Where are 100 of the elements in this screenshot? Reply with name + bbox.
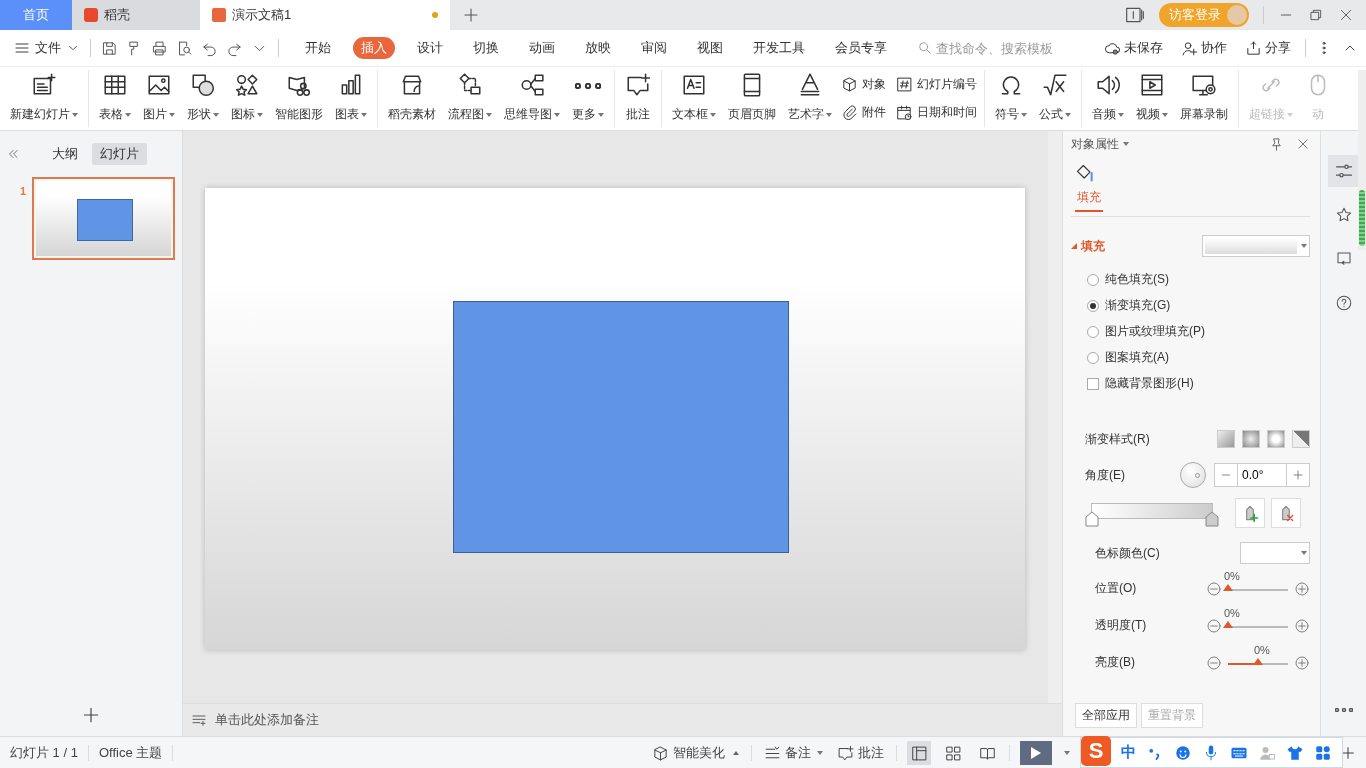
notes-placeholder[interactable]: 单击此处添加备注: [215, 711, 319, 729]
ribbon-button[interactable]: 附件: [839, 98, 888, 127]
section-title[interactable]: 填充: [1081, 237, 1105, 255]
option-label[interactable]: 图片或纹理填充(P): [1105, 323, 1205, 340]
circle-minus-icon[interactable]: [1206, 581, 1222, 597]
circle-plus-icon[interactable]: [1294, 618, 1310, 634]
radio-button[interactable]: [1087, 351, 1099, 364]
circle-minus-icon[interactable]: [1206, 655, 1222, 671]
expand-triangle-icon[interactable]: [1071, 243, 1077, 249]
ribbon-button[interactable]: 视频: [1131, 70, 1173, 127]
menu-tab[interactable]: 开始: [297, 37, 339, 59]
color-dropdown[interactable]: [1240, 542, 1310, 564]
zoom-in-button[interactable]: [1340, 745, 1356, 761]
slider[interactable]: 0%: [1222, 606, 1294, 632]
save-icon[interactable]: [101, 39, 118, 57]
gradient-swatch[interactable]: [1217, 430, 1235, 448]
option-label[interactable]: 隐藏背景图形(H): [1105, 375, 1194, 392]
document-tab[interactable]: 稻壳: [72, 0, 200, 30]
ribbon-button[interactable]: 文本框: [667, 70, 721, 127]
ribbon-button[interactable]: 智能图形: [270, 70, 328, 127]
slider[interactable]: 0%: [1222, 643, 1294, 669]
ribbon-button[interactable]: 流程图: [443, 70, 497, 127]
ribbon-button[interactable]: 图表: [330, 70, 372, 127]
ribbon-button[interactable]: 思维导图: [499, 70, 565, 127]
option-label[interactable]: 纯色填充(S): [1105, 271, 1169, 288]
remove-stop-button[interactable]: [1271, 498, 1301, 528]
ribbon-button[interactable]: 形状: [182, 70, 224, 127]
menu-tab[interactable]: 开发工具: [745, 37, 813, 59]
ribbon-button[interactable]: 批注: [620, 70, 656, 127]
close-icon[interactable]: [1338, 7, 1354, 23]
checkbox[interactable]: [1087, 377, 1099, 390]
menu-tab[interactable]: 设计: [409, 37, 451, 59]
menu-tab[interactable]: 放映: [577, 37, 619, 59]
double-chevron-left-icon[interactable]: [6, 147, 20, 161]
radio-button[interactable]: [1087, 325, 1099, 338]
slider[interactable]: 0%: [1222, 569, 1294, 595]
ribbon-button[interactable]: 页眉页脚: [723, 70, 781, 127]
view-button[interactable]: [907, 741, 931, 765]
ribbon-button[interactable]: 图片: [138, 70, 180, 127]
print-icon[interactable]: [151, 39, 168, 57]
slider-thumb[interactable]: [1253, 658, 1263, 665]
ribbon-button[interactable]: 音频: [1087, 70, 1129, 127]
option-label[interactable]: 图案填充(A): [1105, 349, 1169, 366]
add-stop-button[interactable]: [1235, 498, 1265, 528]
circle-minus-icon[interactable]: [1206, 618, 1222, 634]
apps-grid-icon[interactable]: [1314, 743, 1332, 762]
theme-name[interactable]: Office 主题: [98, 744, 163, 762]
search-field[interactable]: 查找命令、搜索模板: [917, 40, 1076, 56]
close-icon[interactable]: [1296, 137, 1310, 151]
circle-plus-icon[interactable]: [1294, 655, 1310, 671]
panel-title[interactable]: 对象属性: [1071, 135, 1119, 153]
ribbon-button[interactable]: 稻壳素材: [383, 70, 441, 127]
beautify-button[interactable]: 智能美化: [650, 744, 741, 762]
ribbon-button[interactable]: 公式: [1034, 70, 1076, 127]
comment-button[interactable]: 批注: [835, 744, 886, 762]
fill-tab[interactable]: 填充: [1075, 189, 1103, 212]
radio-button[interactable]: [1087, 273, 1099, 286]
file-menu[interactable]: 文件: [14, 39, 80, 57]
input-mode-toggle[interactable]: 中: [1121, 743, 1136, 762]
menu-tab[interactable]: 切换: [465, 37, 507, 59]
menu-tab[interactable]: 动画: [521, 37, 563, 59]
option-label[interactable]: 渐变填充(G): [1105, 297, 1171, 314]
ribbon-button[interactable]: 幻灯片编号: [894, 70, 979, 99]
ribbon-button[interactable]: 表格: [94, 70, 136, 127]
menu-tab[interactable]: 会员专享: [827, 37, 895, 59]
toolbar-action[interactable]: 协作: [1177, 39, 1231, 57]
ribbon-button[interactable]: 符号: [990, 70, 1032, 127]
toolbar-action[interactable]: 未保存: [1100, 39, 1167, 57]
scrollbar[interactable]: [1048, 131, 1062, 703]
panel-tab[interactable]: 大纲: [44, 143, 86, 165]
notes-button[interactable]: 备注: [762, 744, 825, 762]
pin-icon[interactable]: [1269, 136, 1284, 152]
circle-plus-icon[interactable]: [1294, 581, 1310, 597]
page-count-icon[interactable]: [1125, 5, 1145, 25]
settings-button[interactable]: [1327, 155, 1360, 187]
slider-thumb[interactable]: [1223, 584, 1233, 591]
scrollbar[interactable]: [1358, 70, 1366, 250]
plus-icon[interactable]: [462, 6, 480, 24]
restore-icon[interactable]: [1308, 7, 1324, 23]
ribbon-button[interactable]: 日期和时间: [894, 98, 979, 127]
toolbar-action[interactable]: 分享: [1241, 39, 1295, 57]
menu-tab[interactable]: 审阅: [633, 37, 675, 59]
gradient-swatch[interactable]: [1292, 430, 1310, 448]
ribbon-button[interactable]: 更多: [567, 70, 609, 127]
document-tab[interactable]: 演示文稿1: [200, 0, 450, 30]
print-preview-icon[interactable]: [176, 39, 193, 57]
gradient-swatch[interactable]: [1242, 430, 1260, 448]
angle-dial[interactable]: [1180, 462, 1206, 488]
apply-button[interactable]: 全部应用: [1075, 703, 1137, 728]
menu-tab[interactable]: 视图: [689, 37, 731, 59]
ribbon-button[interactable]: 新建幻灯片: [5, 70, 83, 127]
smiley-icon[interactable]: [1174, 743, 1192, 762]
ribbon-button[interactable]: 对象: [839, 70, 888, 99]
play-button[interactable]: [1020, 741, 1052, 765]
radio-button[interactable]: [1087, 299, 1099, 312]
gradient-swatch[interactable]: [1267, 430, 1285, 448]
slider-thumb[interactable]: [1223, 621, 1233, 628]
ribbon-button[interactable]: 图标: [226, 70, 268, 127]
panel-tab[interactable]: 幻灯片: [92, 143, 147, 165]
slide-thumbnail[interactable]: [32, 177, 176, 260]
